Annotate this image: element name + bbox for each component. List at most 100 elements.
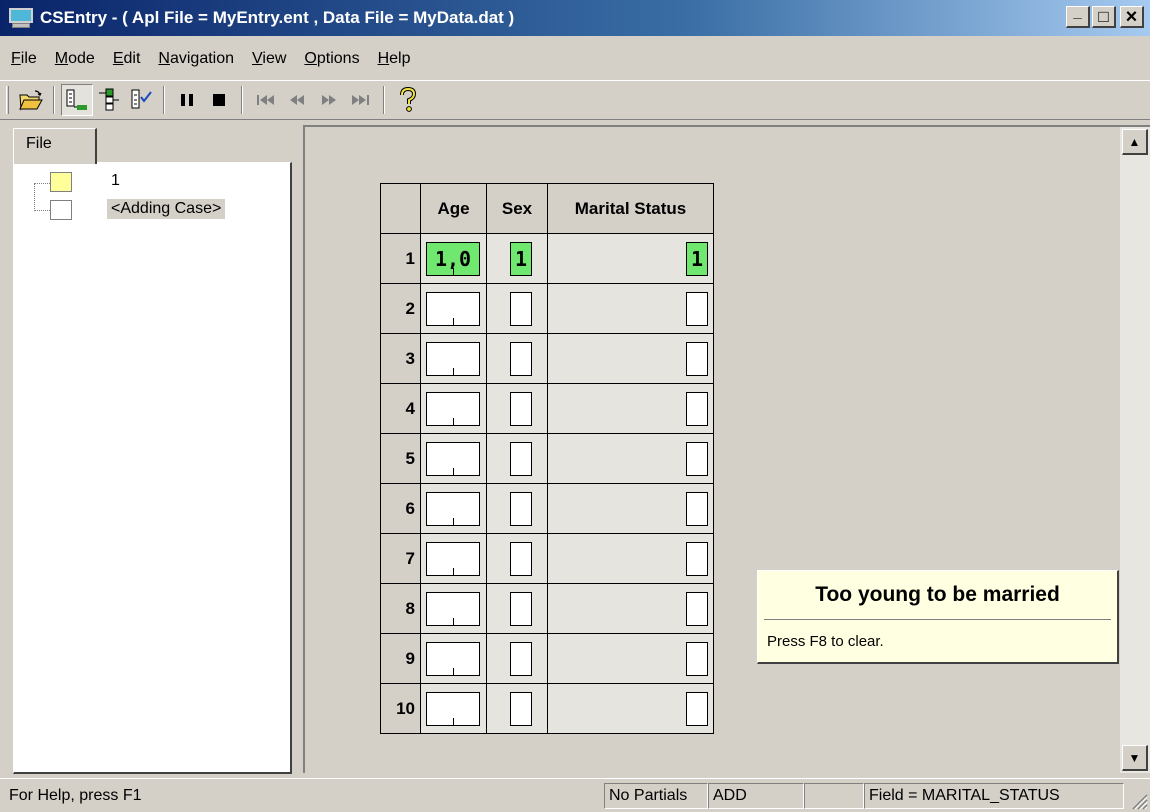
pause-icon: [181, 94, 193, 106]
age-field[interactable]: [426, 492, 480, 526]
table-row: 3: [380, 333, 714, 384]
next-case-icon: [322, 95, 336, 105]
sex-field[interactable]: [510, 692, 532, 726]
marital-status-field[interactable]: [686, 692, 708, 726]
close-icon: ×: [1125, 5, 1138, 28]
row-number: 9: [380, 633, 421, 684]
stop-button[interactable]: [203, 84, 235, 116]
last-case-icon: [352, 95, 369, 105]
toolbar: [0, 80, 1150, 120]
pause-button[interactable]: [171, 84, 203, 116]
previous-case-icon: [290, 95, 304, 105]
column-header-sex: Sex: [486, 183, 548, 234]
age-field[interactable]: [426, 392, 480, 426]
sex-field[interactable]: [510, 392, 532, 426]
status-field: Field = MARITAL_STATUS: [864, 783, 1124, 809]
open-folder-icon: [19, 90, 43, 111]
age-field[interactable]: [426, 592, 480, 626]
maximize-icon: □: [1098, 7, 1109, 26]
marital-status-field[interactable]: [686, 392, 708, 426]
minimize-button[interactable]: _: [1066, 4, 1090, 28]
scroll-up-button[interactable]: ▲: [1122, 129, 1148, 155]
roster-corner: [380, 183, 421, 234]
size-grip-icon[interactable]: [1130, 792, 1148, 810]
error-message-box[interactable]: Too young to be married Press F8 to clea…: [757, 570, 1119, 664]
table-row: 10: [380, 683, 714, 734]
scroll-up-icon: ▲: [1128, 134, 1141, 149]
verify-mode-button[interactable]: [125, 84, 157, 116]
minimize-icon: _: [1073, 4, 1082, 21]
open-button[interactable]: [15, 84, 47, 116]
add-mode-icon: [66, 89, 87, 110]
modify-mode-icon: [99, 88, 119, 111]
menu-view[interactable]: View: [241, 50, 293, 68]
scroll-down-icon: ▼: [1128, 750, 1141, 765]
sex-field[interactable]: [510, 442, 532, 476]
menu-mode[interactable]: Mode: [44, 50, 102, 68]
menu-navigation[interactable]: Navigation: [147, 50, 241, 68]
status-partials: No Partials: [604, 783, 708, 809]
sex-field[interactable]: 1: [510, 242, 532, 276]
cs-entry-app-icon: [8, 7, 34, 29]
toolbar-grip[interactable]: [6, 86, 9, 114]
tree-item-case-1[interactable]: 1: [111, 172, 120, 190]
marital-status-field[interactable]: [686, 292, 708, 326]
help-icon: [400, 87, 417, 112]
case-icon: [50, 200, 72, 220]
column-header-age: Age: [420, 183, 487, 234]
vertical-scrollbar[interactable]: ▲ ▼: [1120, 125, 1150, 773]
scroll-down-button[interactable]: ▼: [1122, 745, 1148, 771]
marital-status-field[interactable]: [686, 592, 708, 626]
table-row: 5: [380, 433, 714, 484]
error-message-title: Too young to be married: [815, 583, 1060, 606]
marital-status-field[interactable]: [686, 542, 708, 576]
marital-status-field[interactable]: [686, 642, 708, 676]
sex-field[interactable]: [510, 342, 532, 376]
row-number: 3: [380, 333, 421, 384]
help-button[interactable]: [391, 84, 423, 116]
table-row: 7: [380, 533, 714, 584]
age-field[interactable]: [426, 642, 480, 676]
sex-field[interactable]: [510, 292, 532, 326]
sex-field[interactable]: [510, 642, 532, 676]
table-row: 9: [380, 633, 714, 684]
table-row: 4: [380, 383, 714, 434]
row-number: 2: [380, 283, 421, 334]
modify-mode-button[interactable]: [93, 84, 125, 116]
row-number: 1: [380, 233, 421, 284]
sex-field[interactable]: [510, 542, 532, 576]
row-number: 5: [380, 433, 421, 484]
status-blank: [804, 783, 864, 809]
close-button[interactable]: ×: [1120, 6, 1144, 28]
person-roster: Age Sex Marital Status 1 1,0 1 1 2 3 4 5 6 7 8 9 10: [380, 183, 714, 734]
menu-file[interactable]: File: [0, 50, 44, 68]
tree-item-adding-case[interactable]: <Adding Case>: [107, 199, 226, 219]
marital-status-field[interactable]: 1: [686, 242, 708, 276]
age-field[interactable]: [426, 292, 480, 326]
maximize-button[interactable]: □: [1092, 6, 1116, 28]
verify-mode-icon: [131, 89, 152, 109]
marital-status-field[interactable]: [686, 492, 708, 526]
menu-help[interactable]: Help: [367, 50, 418, 68]
age-field[interactable]: [426, 542, 480, 576]
last-case-button[interactable]: [345, 84, 377, 116]
row-number: 10: [380, 683, 421, 734]
age-field[interactable]: [426, 692, 480, 726]
menu-edit[interactable]: Edit: [102, 50, 148, 68]
add-mode-button[interactable]: [61, 84, 93, 116]
age-field[interactable]: [426, 442, 480, 476]
sex-field[interactable]: [510, 592, 532, 626]
next-case-button[interactable]: [313, 84, 345, 116]
previous-case-button[interactable]: [281, 84, 313, 116]
sex-field[interactable]: [510, 492, 532, 526]
marital-status-field[interactable]: [686, 442, 708, 476]
title-bar[interactable]: CSEntry - ( Apl File = MyEntry.ent , Dat…: [0, 0, 1150, 36]
tab-file[interactable]: File: [13, 128, 97, 164]
column-header-marital-status: Marital Status: [547, 183, 714, 234]
age-field[interactable]: [426, 342, 480, 376]
menu-options[interactable]: Options: [293, 50, 366, 68]
table-row: 8: [380, 583, 714, 634]
age-field[interactable]: 1,0: [426, 242, 480, 276]
marital-status-field[interactable]: [686, 342, 708, 376]
first-case-button[interactable]: [249, 84, 281, 116]
